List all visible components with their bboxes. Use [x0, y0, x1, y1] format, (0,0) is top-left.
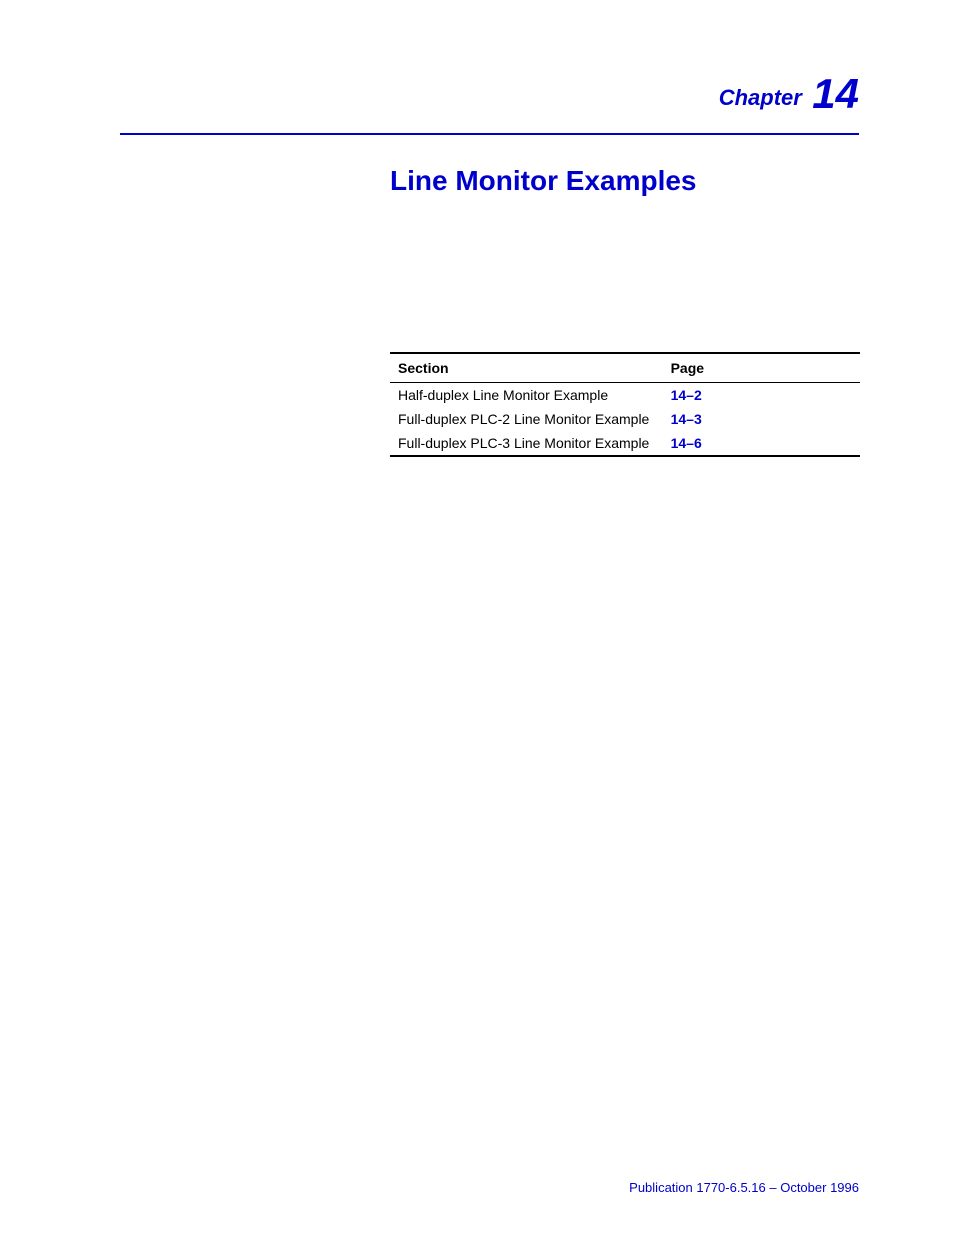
chapter-label: Chapter — [719, 85, 802, 110]
toc-section-label: Half-duplex Line Monitor Example — [390, 383, 663, 408]
chapter-header: Chapter 14 — [120, 70, 859, 118]
toc-page-link[interactable]: 14–2 — [663, 383, 860, 408]
toc-page-link[interactable]: 14–6 — [663, 431, 860, 456]
table-row: Full-duplex PLC-2 Line Monitor Example 1… — [390, 407, 860, 431]
page-title: Line Monitor Examples — [390, 165, 859, 197]
header-rule — [120, 133, 859, 135]
chapter-number: 14 — [812, 70, 859, 117]
table-row: Full-duplex PLC-3 Line Monitor Example 1… — [390, 431, 860, 456]
toc-page-link[interactable]: 14–3 — [663, 407, 860, 431]
toc-area: Section Page Half-duplex Line Monitor Ex… — [390, 352, 860, 457]
toc-header-page: Page — [663, 353, 860, 383]
toc-section-label: Full-duplex PLC-2 Line Monitor Example — [390, 407, 663, 431]
toc-header-section: Section — [390, 353, 663, 383]
toc-table: Section Page Half-duplex Line Monitor Ex… — [390, 352, 860, 457]
toc-section-label: Full-duplex PLC-3 Line Monitor Example — [390, 431, 663, 456]
table-row: Half-duplex Line Monitor Example 14–2 — [390, 383, 860, 408]
footer-publication: Publication 1770-6.5.16 – October 1996 — [629, 1180, 859, 1195]
toc-header-row: Section Page — [390, 353, 860, 383]
